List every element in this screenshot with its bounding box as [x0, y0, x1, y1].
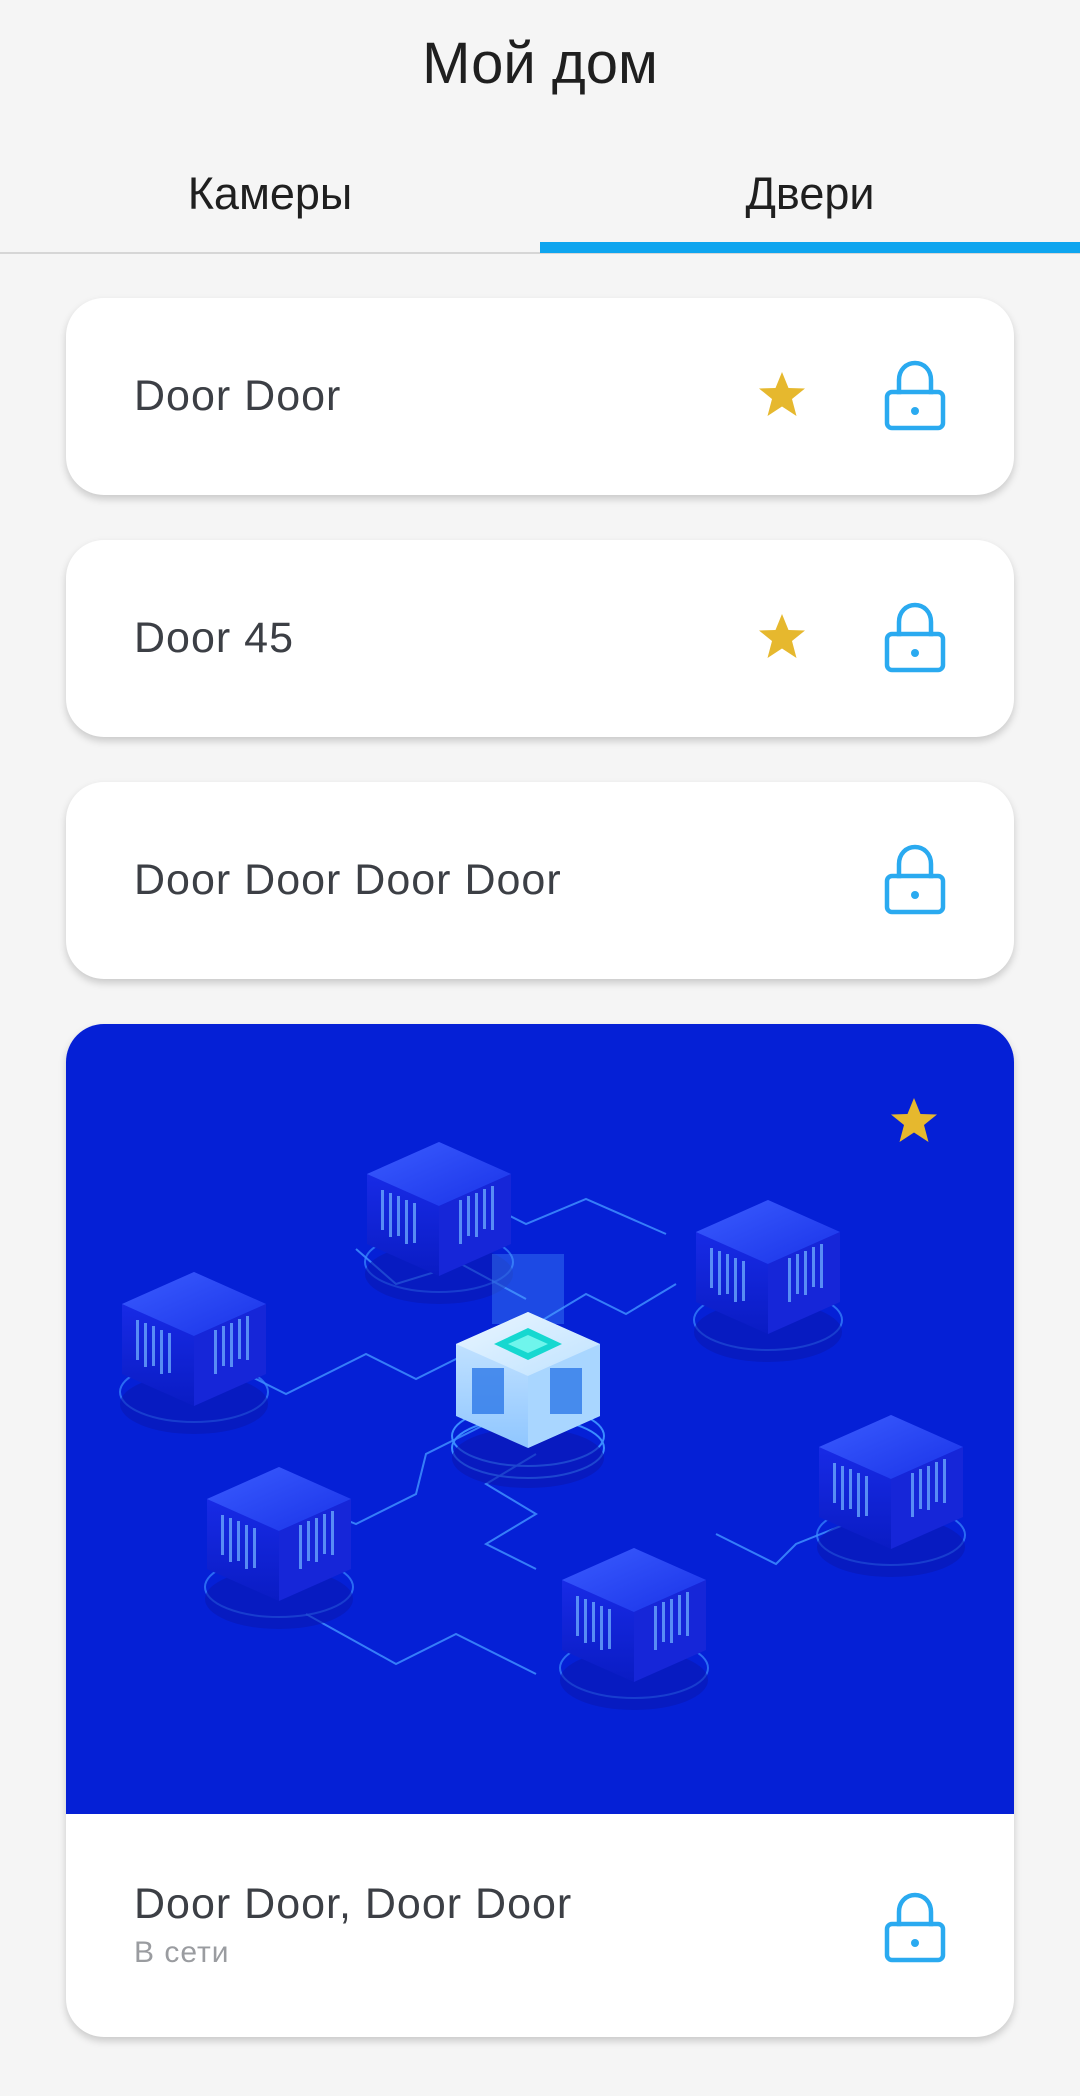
server-network-illustration: [119, 1141, 966, 1711]
door-card[interactable]: Door 45: [66, 540, 1014, 737]
lock-icon[interactable]: [884, 360, 946, 432]
lock-icon[interactable]: [884, 602, 946, 674]
star-icon[interactable]: [888, 1096, 940, 1146]
camera-door-name: Door Door, Door Door: [134, 1880, 573, 1928]
lock-icon[interactable]: [884, 1892, 946, 1964]
active-tab-indicator: [540, 242, 1080, 253]
tab-doors[interactable]: Двери: [540, 150, 1080, 254]
page-title: Мой дом: [422, 31, 658, 96]
app-header: Мой дом Камеры Двери: [0, 0, 1080, 254]
camera-preview-image[interactable]: [66, 1024, 1014, 1814]
tab-bar: Камеры Двери: [0, 150, 1080, 254]
camera-status-text: В сети: [134, 1936, 230, 1969]
star-icon[interactable]: [756, 612, 808, 662]
door-name: Door Door: [134, 372, 342, 420]
tab-cameras[interactable]: Камеры: [0, 150, 540, 254]
door-card[interactable]: Door Door Door Door: [66, 782, 1014, 979]
lock-icon[interactable]: [884, 844, 946, 916]
door-name: Door Door Door Door: [134, 856, 562, 904]
star-icon[interactable]: [756, 370, 808, 420]
door-card[interactable]: Door Door: [66, 298, 1014, 495]
door-name: Door 45: [134, 614, 294, 662]
door-camera-card[interactable]: Door Door, Door Door В сети: [66, 1024, 1014, 2037]
